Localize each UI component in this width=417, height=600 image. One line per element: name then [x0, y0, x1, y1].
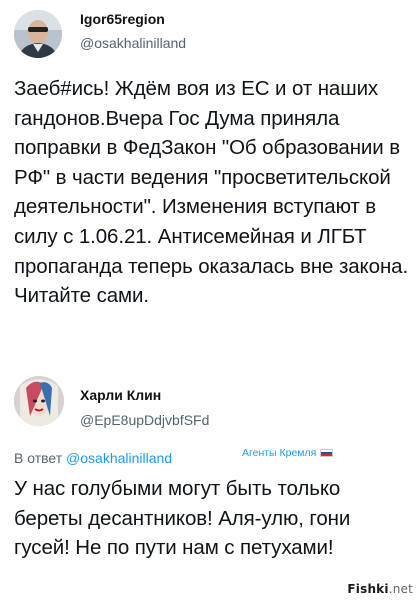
state-affiliation-badge: Агенты Кремля	[242, 447, 334, 459]
badge-label: Агенты Кремля	[242, 447, 317, 459]
author-handle[interactable]: @osakhalinilland	[80, 35, 186, 51]
reply-author-display-name[interactable]: Харли Клин	[80, 387, 161, 403]
watermark-brand: Fishki	[347, 582, 389, 596]
author-avatar[interactable]	[14, 10, 62, 58]
reply-tweet-text: У нас голубыми могут быть только береты …	[14, 477, 351, 560]
avatar-photo-icon	[14, 10, 62, 58]
screenshot-page: Igor65region @osakhalinilland Заеб#ись! …	[0, 0, 417, 600]
replying-to-line: В ответ @osakhalinilland	[14, 450, 172, 466]
reply-to-mention[interactable]: @osakhalinilland	[66, 450, 172, 466]
reply-prefix: В ответ	[14, 450, 63, 466]
tweet-text: Заеб#ись! Ждём воя из ЕС и от наших ганд…	[14, 77, 409, 308]
avatar-photo-icon	[14, 376, 64, 426]
watermark-suffix: .net	[388, 582, 413, 596]
reply-tweet[interactable]: Харли Клин @EpE8upDdjvbfSFd В ответ @osa…	[0, 372, 417, 600]
russia-flag-icon	[320, 449, 334, 457]
author-display-name[interactable]: Igor65region	[80, 11, 165, 27]
site-watermark: Fishki.net	[347, 582, 413, 596]
reply-author-avatar[interactable]	[14, 376, 64, 426]
reply-author-handle[interactable]: @EpE8upDdjvbfSFd	[80, 412, 209, 428]
